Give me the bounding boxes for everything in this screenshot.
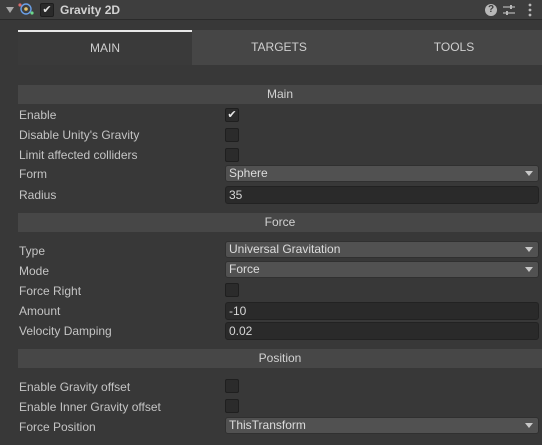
tab-tools[interactable]: TOOLS [366, 30, 542, 65]
force-right-label: Force Right [19, 284, 82, 298]
form-dropdown[interactable]: Sphere [225, 165, 539, 182]
enable-checkbox[interactable]: ✔ [225, 108, 239, 122]
mode-label: Mode [19, 264, 50, 278]
inner-gravity-offset-checkbox[interactable] [225, 399, 239, 413]
section-header-force: Force [18, 213, 542, 232]
amount-field[interactable]: -10 [225, 302, 539, 320]
gravity-component-icon [18, 3, 34, 15]
inspector-panel: ✔ Gravity 2D ? MAIN TARGETS TOOLS Main E… [0, 0, 542, 445]
disable-gravity-checkbox[interactable] [225, 128, 239, 142]
amount-label: Amount [19, 304, 61, 318]
chevron-down-icon [525, 423, 533, 428]
type-value: Universal Gravitation [229, 242, 341, 256]
limit-colliders-label: Limit affected colliders [19, 148, 138, 162]
force-position-label: Force Position [19, 420, 96, 434]
tab-targets[interactable]: TARGETS [192, 30, 366, 65]
radius-label: Radius [19, 188, 57, 202]
chevron-down-icon [525, 247, 533, 252]
mode-dropdown[interactable]: Force [225, 261, 539, 278]
velocity-damping-label: Velocity Damping [19, 324, 112, 338]
force-right-checkbox[interactable] [225, 283, 239, 297]
foldout-arrow-icon[interactable] [6, 7, 14, 13]
enable-label: Enable [19, 108, 57, 122]
velocity-damping-field[interactable]: 0.02 [225, 322, 539, 340]
mode-value: Force [229, 262, 260, 276]
radius-field[interactable]: 35 [225, 186, 539, 204]
tab-bar: MAIN TARGETS TOOLS [18, 30, 542, 65]
chevron-down-icon [525, 267, 533, 272]
component-header: ✔ Gravity 2D ? [0, 0, 542, 20]
force-position-dropdown[interactable]: ThisTransform [225, 417, 539, 434]
limit-colliders-checkbox[interactable] [225, 148, 239, 162]
preset-icon[interactable] [502, 2, 516, 18]
inner-gravity-offset-label: Enable Inner Gravity offset [19, 400, 161, 414]
component-enabled-checkbox[interactable]: ✔ [40, 3, 54, 17]
gravity-offset-checkbox[interactable] [225, 379, 239, 393]
type-dropdown[interactable]: Universal Gravitation [225, 241, 539, 258]
disable-gravity-label: Disable Unity's Gravity [19, 128, 140, 142]
chevron-down-icon [525, 171, 533, 176]
section-header-main: Main [18, 85, 542, 104]
gravity-offset-label: Enable Gravity offset [19, 380, 131, 394]
form-value: Sphere [229, 166, 268, 180]
help-icon[interactable]: ? [484, 2, 498, 18]
component-title: Gravity 2D [60, 3, 121, 17]
force-position-value: ThisTransform [229, 418, 306, 432]
type-label: Type [19, 244, 46, 258]
section-header-position: Position [18, 349, 542, 368]
form-label: Form [19, 167, 47, 181]
more-menu-icon[interactable] [523, 2, 537, 18]
tab-main[interactable]: MAIN [18, 30, 192, 65]
